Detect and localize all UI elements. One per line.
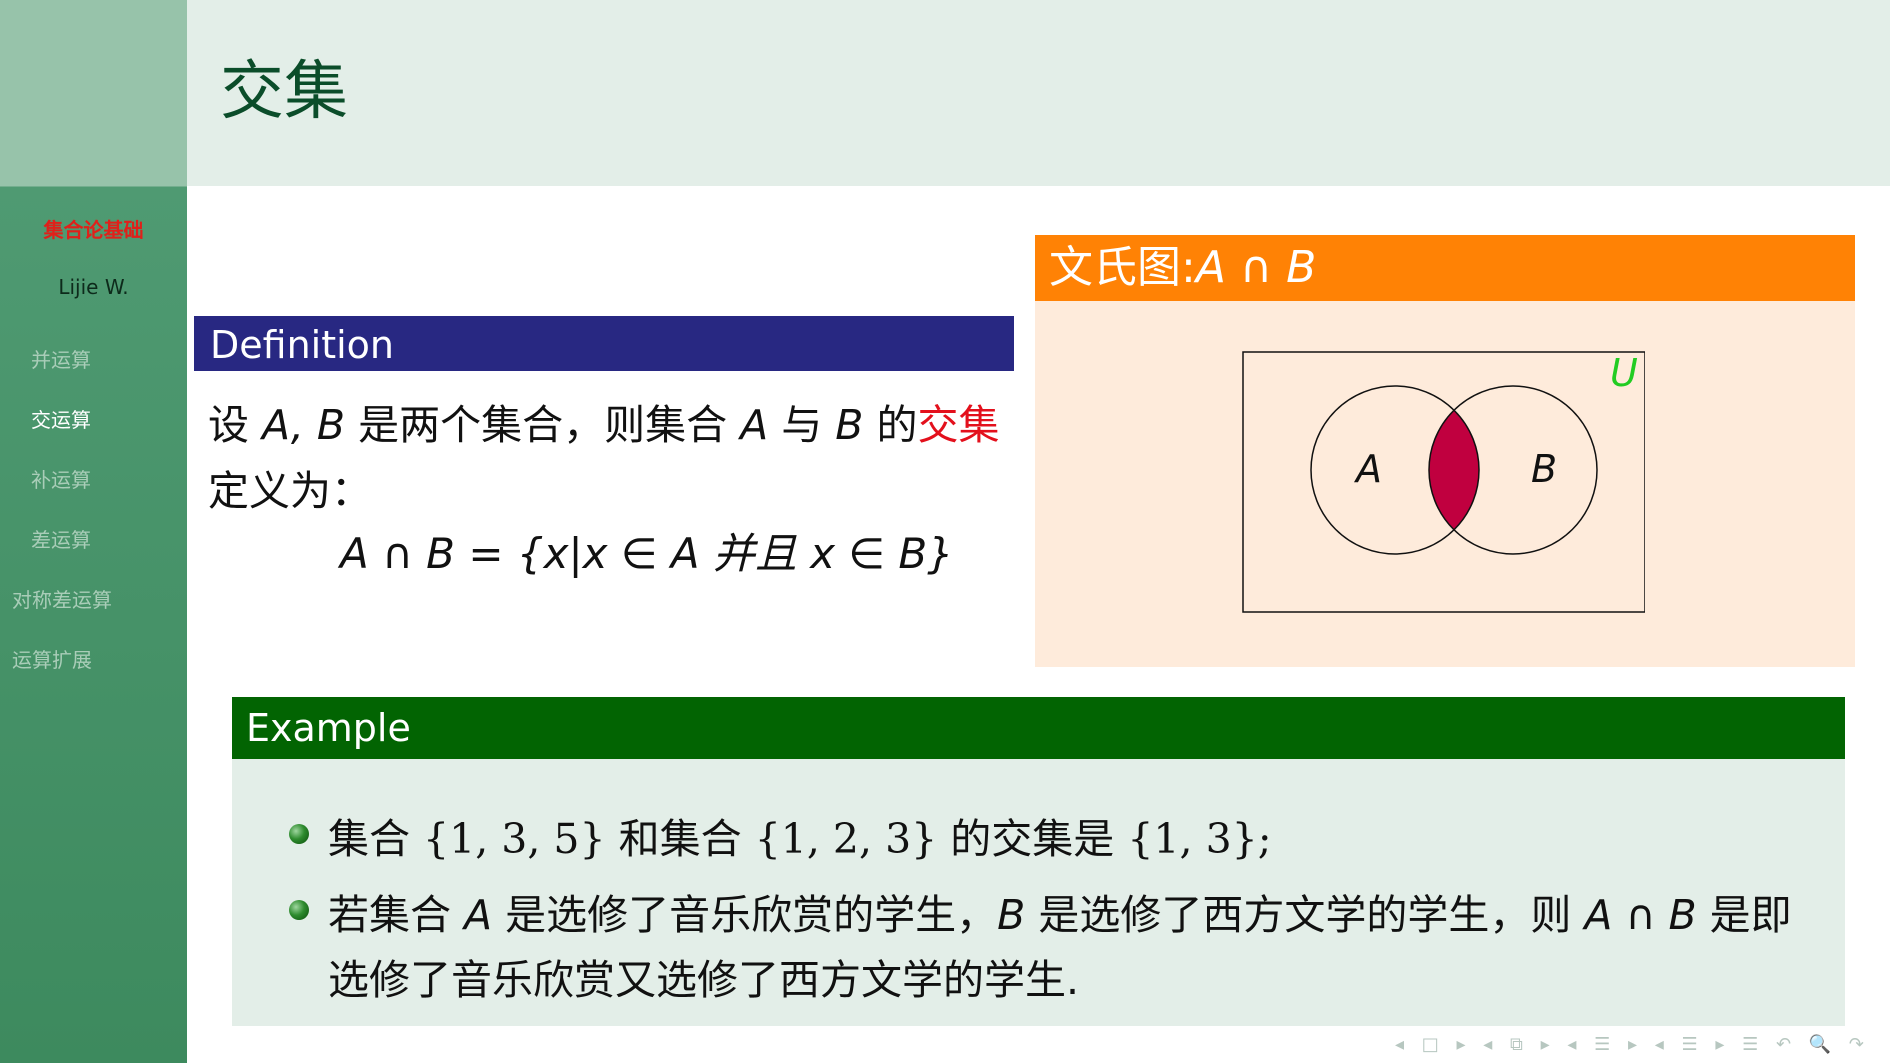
frame-title: 交集 [220,55,348,129]
definition-formula: A ∩ B = {x|x ∈ A 并且 x ∈ B} [340,529,954,578]
ex1-text-2: 和集合 [605,815,755,863]
nav-item-complement[interactable]: 补运算 [31,464,91,493]
def-text-b: 是两个集合，则集合 [345,401,741,449]
venn-title-math: A ∩ B [1195,242,1317,293]
def-highlight: 交集 [917,401,1000,449]
ex2-text-1: 若集合 [328,891,465,939]
nav-item-intersection[interactable]: 交运算 [31,404,91,433]
ex2-math-2: B [997,891,1026,939]
definition-block-title: Definition [194,316,1014,371]
definition-text: 设 A, B 是两个集合，则集合 A 与 B 的交集定义为： [208,392,1008,524]
ex1-text-1: 集合 [328,815,424,863]
nav-item-operation-extension[interactable]: 运算扩展 [12,644,92,673]
venn-title-text: 文氏图: [1049,242,1196,293]
def-var-b: B [835,401,864,449]
def-text-e: 定义为： [208,467,372,515]
nav-item-symmetric-difference[interactable]: 对称差运算 [12,584,112,613]
set-b-label: B [1531,447,1557,491]
example-line-3: 选修了音乐欣赏又选修了西方文学的学生. [328,956,1080,1004]
bullet-icon [289,900,309,920]
frame-header [187,0,1890,186]
set-a-label: A [1353,447,1382,491]
ex1-math-3: {1, 3}; [1127,815,1272,863]
sidebar: 集合论基础 Lijie W. 并运算 交运算 补运算 差运算 对称差运算 运算扩… [0,0,187,1063]
ex2-text-3: 是选修了西方文学的学生，则 [1025,891,1585,939]
def-var-a: A [740,401,769,449]
example-block-title: Example [232,697,1845,759]
ex1-math-2: {1, 2, 3} [754,815,938,863]
ex2-math-3: A ∩ B [1584,891,1697,939]
venn-block-title: 文氏图:A ∩ B [1035,235,1855,301]
def-text-c: 与 [768,401,836,449]
ex1-text-3: 的交集是 [937,815,1128,863]
bullet-icon [289,824,309,844]
venn-diagram: A B U [1242,351,1645,613]
author-name: Lijie W. [58,275,129,299]
nav-item-difference[interactable]: 差运算 [31,524,91,553]
ex2-text-4: 是即 [1696,891,1792,939]
nav-item-union[interactable]: 并运算 [31,344,91,373]
def-var-ab: A, B [262,401,346,449]
ex2-math-1: A [464,891,493,939]
def-text-d: 的 [863,401,918,449]
universe-label: U [1610,351,1638,395]
navigation-symbols[interactable]: ◂ □ ▸ ◂ ⧉ ▸ ◂ ☰ ▸ ◂ ☰ ▸ ☰ ↶ 🔍 ↷ [1395,1034,1870,1055]
presentation-short-title[interactable]: 集合论基础 [0,214,187,243]
ex2-text-2: 是选修了音乐欣赏的学生， [492,891,998,939]
example-line-2: 若集合 A 是选修了音乐欣赏的学生，B 是选修了西方文学的学生，则 A ∩ B … [328,881,1792,941]
example-line-1: 集合 {1, 3, 5} 和集合 {1, 2, 3} 的交集是 {1, 3}; [328,805,1272,865]
def-text-a: 设 [208,401,263,449]
ex1-math-1: {1, 3, 5} [423,815,606,863]
